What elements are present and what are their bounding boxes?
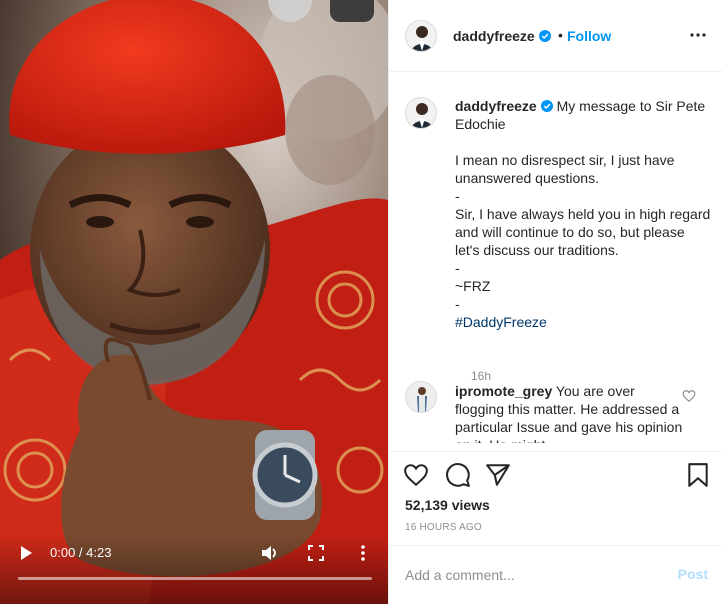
comment-username[interactable]: ipromote_grey — [455, 383, 552, 399]
video-frame — [0, 0, 388, 604]
post-timestamp[interactable]: 16 HOURS AGO — [405, 522, 482, 533]
caption-body: I mean no disrespect sir, I just have un… — [455, 152, 711, 312]
follow-button[interactable]: Follow — [567, 28, 611, 44]
duration: 4:23 — [86, 545, 112, 560]
video-player[interactable]: 0:00 / 4:23 — [0, 0, 388, 604]
comment-composer: Post — [389, 545, 722, 604]
post-username[interactable]: daddyfreeze — [453, 28, 551, 44]
verified-badge-icon — [538, 30, 551, 42]
verified-badge-icon — [540, 100, 553, 112]
video-progress-bar[interactable] — [18, 577, 372, 580]
post-panel: daddyfreeze • Follow daddyfreeze My mess… — [388, 0, 722, 604]
play-icon[interactable] — [18, 545, 34, 561]
post-button[interactable]: Post — [678, 566, 708, 582]
profile-photo-icon — [406, 21, 436, 51]
heart-icon[interactable] — [403, 462, 429, 488]
username-text: daddyfreeze — [453, 28, 535, 44]
separator-dot: • — [558, 27, 563, 43]
volume-icon[interactable] — [260, 544, 278, 562]
heart-icon[interactable] — [682, 389, 696, 403]
bookmark-icon[interactable] — [685, 462, 711, 488]
comment-icon[interactable] — [445, 462, 471, 488]
profile-photo-icon — [406, 98, 436, 128]
comment-text: ipromote_grey You are over flogging this… — [455, 382, 687, 443]
avatar[interactable] — [405, 97, 437, 129]
caption-text: daddyfreeze My message to Sir Pete Edoch… — [455, 97, 711, 331]
post-actions: 52,139 views 16 HOURS AGO — [389, 451, 722, 545]
video-time: 0:00 / 4:23 — [50, 545, 112, 560]
avatar[interactable] — [405, 381, 437, 413]
post-header: daddyfreeze • Follow — [389, 0, 722, 72]
hashtag-link[interactable]: #DaddyFreeze — [455, 314, 547, 330]
fullscreen-icon[interactable] — [308, 545, 324, 561]
comment-item: ipromote_grey You are over flogging this… — [405, 381, 715, 443]
more-options-icon[interactable] — [688, 27, 708, 43]
comments-scroll-area[interactable]: daddyfreeze My message to Sir Pete Edoch… — [389, 73, 722, 443]
profile-photo-icon — [406, 382, 436, 412]
avatar[interactable] — [405, 20, 437, 52]
comment-input[interactable] — [405, 564, 655, 586]
caption-username[interactable]: daddyfreeze — [455, 98, 537, 114]
more-vertical-icon[interactable] — [358, 544, 368, 562]
share-icon[interactable] — [485, 462, 511, 488]
top-overlay-badge — [330, 0, 374, 22]
view-count[interactable]: 52,139 views — [405, 497, 490, 513]
current-time: 0:00 — [50, 545, 76, 560]
